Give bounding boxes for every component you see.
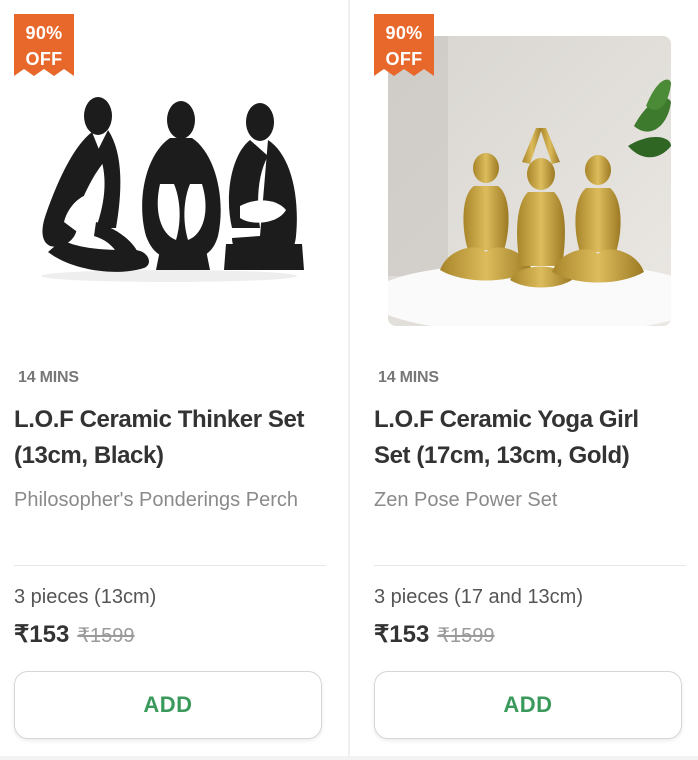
delivery-time: 14 MINS [378,369,439,386]
product-subtitle: Zen Pose Power Set [374,489,558,511]
discount-badge: 90% OFF [374,14,434,76]
original-price: ₹1599 [437,625,495,647]
price-row: ₹153 ₹1599 [14,620,135,649]
product-name[interactable]: L.O.F Ceramic Thinker Set (13cm, Black) [14,402,314,474]
divider [14,565,326,566]
bottom-divider [0,756,698,760]
add-to-cart-button[interactable]: ADD [14,671,322,739]
product-grid: 90% OFF 14 MINS L.O.F Ceramic Thinker Se… [0,0,698,760]
product-subtitle: Philosopher's Ponderings Perch [14,489,298,511]
discount-percent: 90% [385,23,423,43]
delivery-time: 14 MINS [18,369,79,386]
product-card[interactable]: 90% OFF 14 MINS L.O.F Ceramic Yoga Girl … [350,0,698,760]
discount-off-label: OFF [25,49,63,69]
gold-yoga-statues-image [388,36,671,326]
product-name[interactable]: L.O.F Ceramic Yoga Girl Set (17cm, 13cm,… [374,402,674,474]
selling-price: ₹153 [14,621,70,648]
discount-badge: 90% OFF [14,14,74,76]
price-row: ₹153 ₹1599 [374,620,495,649]
discount-percent: 90% [25,23,63,43]
add-to-cart-button[interactable]: ADD [374,671,682,739]
product-card[interactable]: 90% OFF 14 MINS L.O.F Ceramic Thinker Se… [0,0,348,760]
product-image[interactable] [388,36,671,326]
divider [374,565,686,566]
discount-off-label: OFF [385,49,423,69]
product-quantity: 3 pieces (13cm) [14,586,157,608]
original-price: ₹1599 [77,625,135,647]
product-quantity: 3 pieces (17 and 13cm) [374,586,584,608]
selling-price: ₹153 [374,621,430,648]
